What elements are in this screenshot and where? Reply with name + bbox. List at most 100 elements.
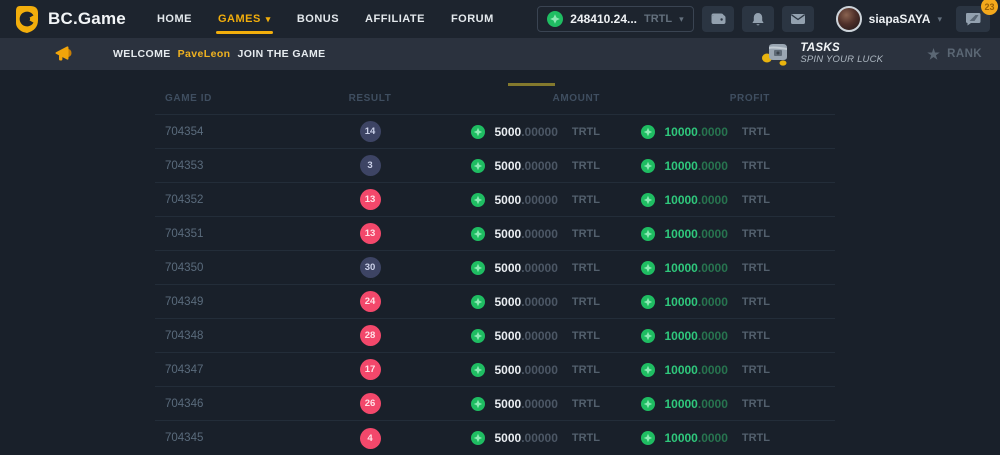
table-row[interactable]: 704352 13 5000 .00000 TRTL 10000 .0000 T… — [155, 183, 835, 217]
amount-currency: TRTL — [572, 398, 600, 410]
table-row[interactable]: 704347 17 5000 .00000 TRTL 10000 .0000 T… — [155, 353, 835, 387]
amount-int: 5000 — [494, 363, 521, 377]
coin-icon — [471, 227, 485, 241]
game-id: 704347 — [155, 364, 203, 376]
profit-int: 10000 — [664, 261, 697, 275]
rank-label: RANK — [947, 48, 982, 60]
header-profit: PROFIT — [730, 93, 770, 104]
coin-icon — [471, 261, 485, 275]
chat-icon — [965, 12, 981, 26]
nav-games[interactable]: GAMES▾ — [205, 0, 284, 38]
coin-icon — [641, 329, 655, 343]
table-row[interactable]: 704353 3 5000 .00000 TRTL 10000 .0000 TR… — [155, 149, 835, 183]
user-menu[interactable]: siapaSAYA ▾ — [836, 6, 942, 32]
profit-cell: 10000 .0000 TRTL — [641, 431, 770, 445]
active-tab-indicator — [508, 83, 555, 86]
profit-currency: TRTL — [742, 330, 770, 342]
chevron-down-icon: ▾ — [937, 14, 942, 25]
profit-int: 10000 — [664, 431, 697, 445]
table-row[interactable]: 704349 24 5000 .00000 TRTL 10000 .0000 T… — [155, 285, 835, 319]
coin-icon — [471, 431, 485, 445]
profit-cell: 10000 .0000 TRTL — [641, 261, 770, 275]
chevron-down-icon: ▾ — [679, 14, 684, 25]
amount-currency: TRTL — [572, 262, 600, 274]
nav-home[interactable]: HOME — [144, 0, 205, 38]
logo-icon — [14, 5, 40, 33]
table-row[interactable]: 704351 13 5000 .00000 TRTL 10000 .0000 T… — [155, 217, 835, 251]
profit-int: 10000 — [664, 295, 697, 309]
rank-link[interactable]: ★ RANK — [927, 47, 982, 61]
result-badge: 30 — [360, 257, 381, 278]
profit-int: 10000 — [664, 227, 697, 241]
profit-dec: .0000 — [698, 227, 728, 241]
table-body: 704354 14 5000 .00000 TRTL 10000 .0000 T… — [155, 115, 835, 455]
coin-icon — [471, 295, 485, 309]
topbar: BC.Game HOME GAMES▾ BONUS AFFILIATE FORU… — [0, 0, 1000, 38]
amount-cell: 5000 .00000 TRTL — [471, 363, 600, 377]
table-row[interactable]: 704354 14 5000 .00000 TRTL 10000 .0000 T… — [155, 115, 835, 149]
table-row[interactable]: 704345 4 5000 .00000 TRTL 10000 .0000 TR… — [155, 421, 835, 455]
profit-dec: .0000 — [698, 363, 728, 377]
chat-button[interactable]: 23 — [956, 6, 990, 32]
header-result: RESULT — [349, 93, 392, 104]
profit-dec: .0000 — [698, 125, 728, 139]
game-id: 704345 — [155, 432, 203, 444]
bell-icon — [751, 12, 765, 27]
messages-button[interactable] — [782, 6, 814, 32]
notifications-button[interactable] — [742, 6, 774, 32]
header-game-id: GAME ID — [155, 93, 212, 104]
amount-dec: .00000 — [521, 159, 558, 173]
logo-text: BC.Game — [48, 9, 126, 29]
amount-int: 5000 — [494, 431, 521, 445]
profit-currency: TRTL — [742, 126, 770, 138]
coin-icon — [471, 159, 485, 173]
wallet-button[interactable] — [702, 6, 734, 32]
coin-icon — [641, 363, 655, 377]
result-badge: 14 — [360, 121, 381, 142]
main-content: GAME ID RESULT AMOUNT PROFIT 704354 14 5… — [0, 83, 1000, 455]
nav-affiliate[interactable]: AFFILIATE — [352, 0, 438, 38]
profit-dec: .0000 — [698, 295, 728, 309]
amount-currency: TRTL — [572, 364, 600, 376]
coin-icon — [641, 397, 655, 411]
profit-cell: 10000 .0000 TRTL — [641, 363, 770, 377]
chat-unread-badge: 23 — [981, 0, 998, 15]
table-row[interactable]: 704350 30 5000 .00000 TRTL 10000 .0000 T… — [155, 251, 835, 285]
star-icon: ★ — [927, 47, 940, 61]
game-id: 704351 — [155, 228, 203, 240]
tasks-chest-icon — [759, 41, 791, 67]
amount-cell: 5000 .00000 TRTL — [471, 227, 600, 241]
amount-int: 5000 — [494, 397, 521, 411]
amount-dec: .00000 — [521, 363, 558, 377]
table-row[interactable]: 704348 28 5000 .00000 TRTL 10000 .0000 T… — [155, 319, 835, 353]
amount-dec: .00000 — [521, 227, 558, 241]
amount-int: 5000 — [494, 125, 521, 139]
profit-cell: 10000 .0000 TRTL — [641, 227, 770, 241]
table-row[interactable]: 704346 26 5000 .00000 TRTL 10000 .0000 T… — [155, 387, 835, 421]
profit-dec: .0000 — [698, 431, 728, 445]
profit-cell: 10000 .0000 TRTL — [641, 397, 770, 411]
logo[interactable]: BC.Game — [14, 5, 126, 33]
profit-currency: TRTL — [742, 364, 770, 376]
coin-icon — [471, 193, 485, 207]
profit-currency: TRTL — [742, 194, 770, 206]
game-id: 704354 — [155, 126, 203, 138]
nav-forum[interactable]: FORUM — [438, 0, 507, 38]
game-id: 704346 — [155, 398, 203, 410]
profit-currency: TRTL — [742, 432, 770, 444]
nav-bonus[interactable]: BONUS — [284, 0, 352, 38]
profit-dec: .0000 — [698, 329, 728, 343]
game-id: 704348 — [155, 330, 203, 342]
balance-currency: TRTL — [644, 13, 672, 25]
amount-currency: TRTL — [572, 330, 600, 342]
chevron-down-icon: ▾ — [266, 14, 271, 25]
amount-dec: .00000 — [521, 431, 558, 445]
username: siapaSAYA — [869, 12, 931, 26]
amount-currency: TRTL — [572, 126, 600, 138]
tasks-link[interactable]: TASKS SPIN YOUR LUCK — [759, 41, 883, 67]
profit-dec: .0000 — [698, 193, 728, 207]
coin-icon — [471, 363, 485, 377]
coin-icon — [641, 295, 655, 309]
banner-right: TASKS SPIN YOUR LUCK ★ RANK — [759, 41, 982, 67]
balance-selector[interactable]: 248410.24... TRTL ▾ — [537, 6, 693, 32]
